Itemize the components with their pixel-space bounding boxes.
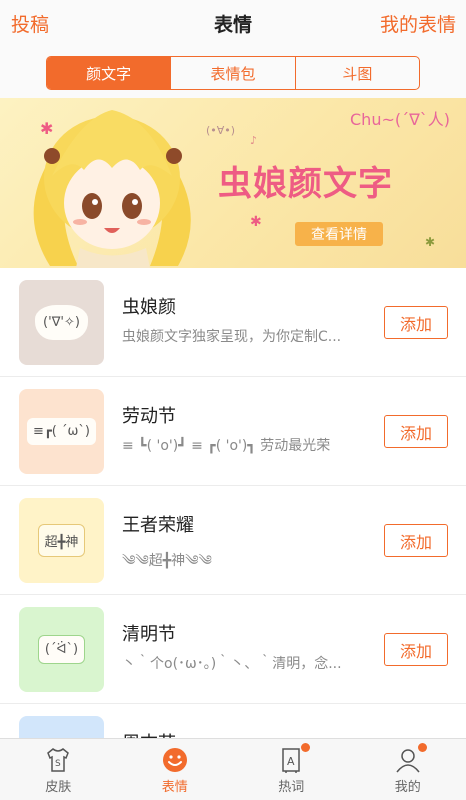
list-item[interactable]: (´ᐛ`) 清明节 丶｀个o(･ω･｡)｀丶、｀清明，念... 添加 xyxy=(0,595,466,704)
thumb-kaomoji: (´ᐛ`) xyxy=(37,635,86,664)
my-emoji-button[interactable]: 我的表情 xyxy=(380,10,456,37)
list-item[interactable]: 周末节 xyxy=(0,704,466,738)
svg-text:♪: ♪ xyxy=(250,134,257,147)
view-details-button[interactable]: 查看详情 xyxy=(295,222,383,246)
tab-label: 表情 xyxy=(161,780,188,795)
kaomoji-pack-list: ('∇'✧) 虫娘颜 虫娘颜文字独家呈现，为你定制C... 添加 ≡┏( ´ω`… xyxy=(0,268,466,738)
shirt-icon: S xyxy=(47,748,70,772)
list-item[interactable]: ≡┏( ´ω`) 劳动节 ≡ ┗( 'o')┛ ≡ ┏( 'o')┓ 劳动最光荣… xyxy=(0,377,466,486)
pack-thumbnail: ≡┏( ´ω`) xyxy=(19,389,104,474)
thumb-kaomoji: 超╋神 xyxy=(37,524,86,557)
pack-title: 清明节 xyxy=(122,624,176,645)
tab-kaomoji[interactable]: 颜文字 xyxy=(47,57,171,89)
pack-description: 丶｀个o(･ω･｡)｀丶、｀清明，念... xyxy=(122,656,342,672)
notification-dot xyxy=(417,743,427,752)
pack-title: 虫娘颜 xyxy=(122,297,176,318)
banner-title: 虫娘颜文字 xyxy=(218,164,393,204)
tab-label: 热词 xyxy=(278,780,305,795)
svg-text:✱: ✱ xyxy=(40,119,53,138)
tab-hot-words[interactable]: A 热词 xyxy=(233,739,350,800)
pack-thumbnail: 超╋神 xyxy=(19,498,104,583)
pack-title: 周末节 xyxy=(122,729,176,738)
segment-bar: 颜文字 表情包 斗图 xyxy=(0,46,466,98)
tab-stickers[interactable]: 表情包 xyxy=(170,57,294,89)
svg-text:S: S xyxy=(55,759,61,769)
add-button[interactable]: 添加 xyxy=(384,524,448,557)
svg-text:A: A xyxy=(287,755,295,768)
tab-mine[interactable]: 我的 xyxy=(350,739,466,800)
nav-bar: 投稿 表情 我的表情 xyxy=(0,0,466,46)
pack-thumbnail: ('∇'✧) xyxy=(19,280,104,365)
small-kaomoji-text: (•∀•) xyxy=(206,124,236,137)
list-item[interactable]: ('∇'✧) 虫娘颜 虫娘颜文字独家呈现，为你定制C... 添加 xyxy=(0,268,466,377)
person-icon xyxy=(396,749,420,773)
add-button[interactable]: 添加 xyxy=(384,415,448,448)
tab-skin[interactable]: S 皮肤 xyxy=(0,739,117,800)
thumb-kaomoji: ('∇'✧) xyxy=(35,305,88,340)
banner-kaomoji: Chu~(´∇`人) xyxy=(350,110,451,129)
smiley-icon xyxy=(162,748,187,772)
thumb-kaomoji: ≡┏( ´ω`) xyxy=(27,418,96,445)
pack-description: ༄༄超╋神༄༄ xyxy=(122,553,212,569)
tab-label: 皮肤 xyxy=(45,780,72,795)
segmented-control: 颜文字 表情包 斗图 xyxy=(46,56,420,90)
tab-meme-battle[interactable]: 斗图 xyxy=(294,57,419,89)
pack-description: ≡ ┗( 'o')┛ ≡ ┏( 'o')┓ 劳动最光荣 xyxy=(122,438,331,454)
list-item[interactable]: 超╋神 王者荣耀 ༄༄超╋神༄༄ 添加 xyxy=(0,486,466,595)
pack-title: 王者荣耀 xyxy=(122,515,194,536)
svg-text:✱: ✱ xyxy=(425,235,435,249)
notification-dot xyxy=(301,743,310,752)
promo-banner[interactable]: ✱ ✱ ✱ ♪ (•∀•) Chu~(´∇`人) 虫娘颜文字 查看详情 xyxy=(0,98,466,268)
pack-title: 劳动节 xyxy=(122,406,176,427)
add-button[interactable]: 添加 xyxy=(384,633,448,666)
tab-label: 我的 xyxy=(394,780,421,795)
pack-thumbnail: (´ᐛ`) xyxy=(19,607,104,692)
pack-description: 虫娘颜文字独家呈现，为你定制C... xyxy=(122,329,342,345)
svg-text:✱: ✱ xyxy=(250,214,262,230)
bottom-tab-bar: S 皮肤 表情 A 热词 我的 xyxy=(0,738,466,800)
pack-thumbnail xyxy=(19,716,104,738)
add-button[interactable]: 添加 xyxy=(384,306,448,339)
tab-emoji[interactable]: 表情 xyxy=(117,739,234,800)
